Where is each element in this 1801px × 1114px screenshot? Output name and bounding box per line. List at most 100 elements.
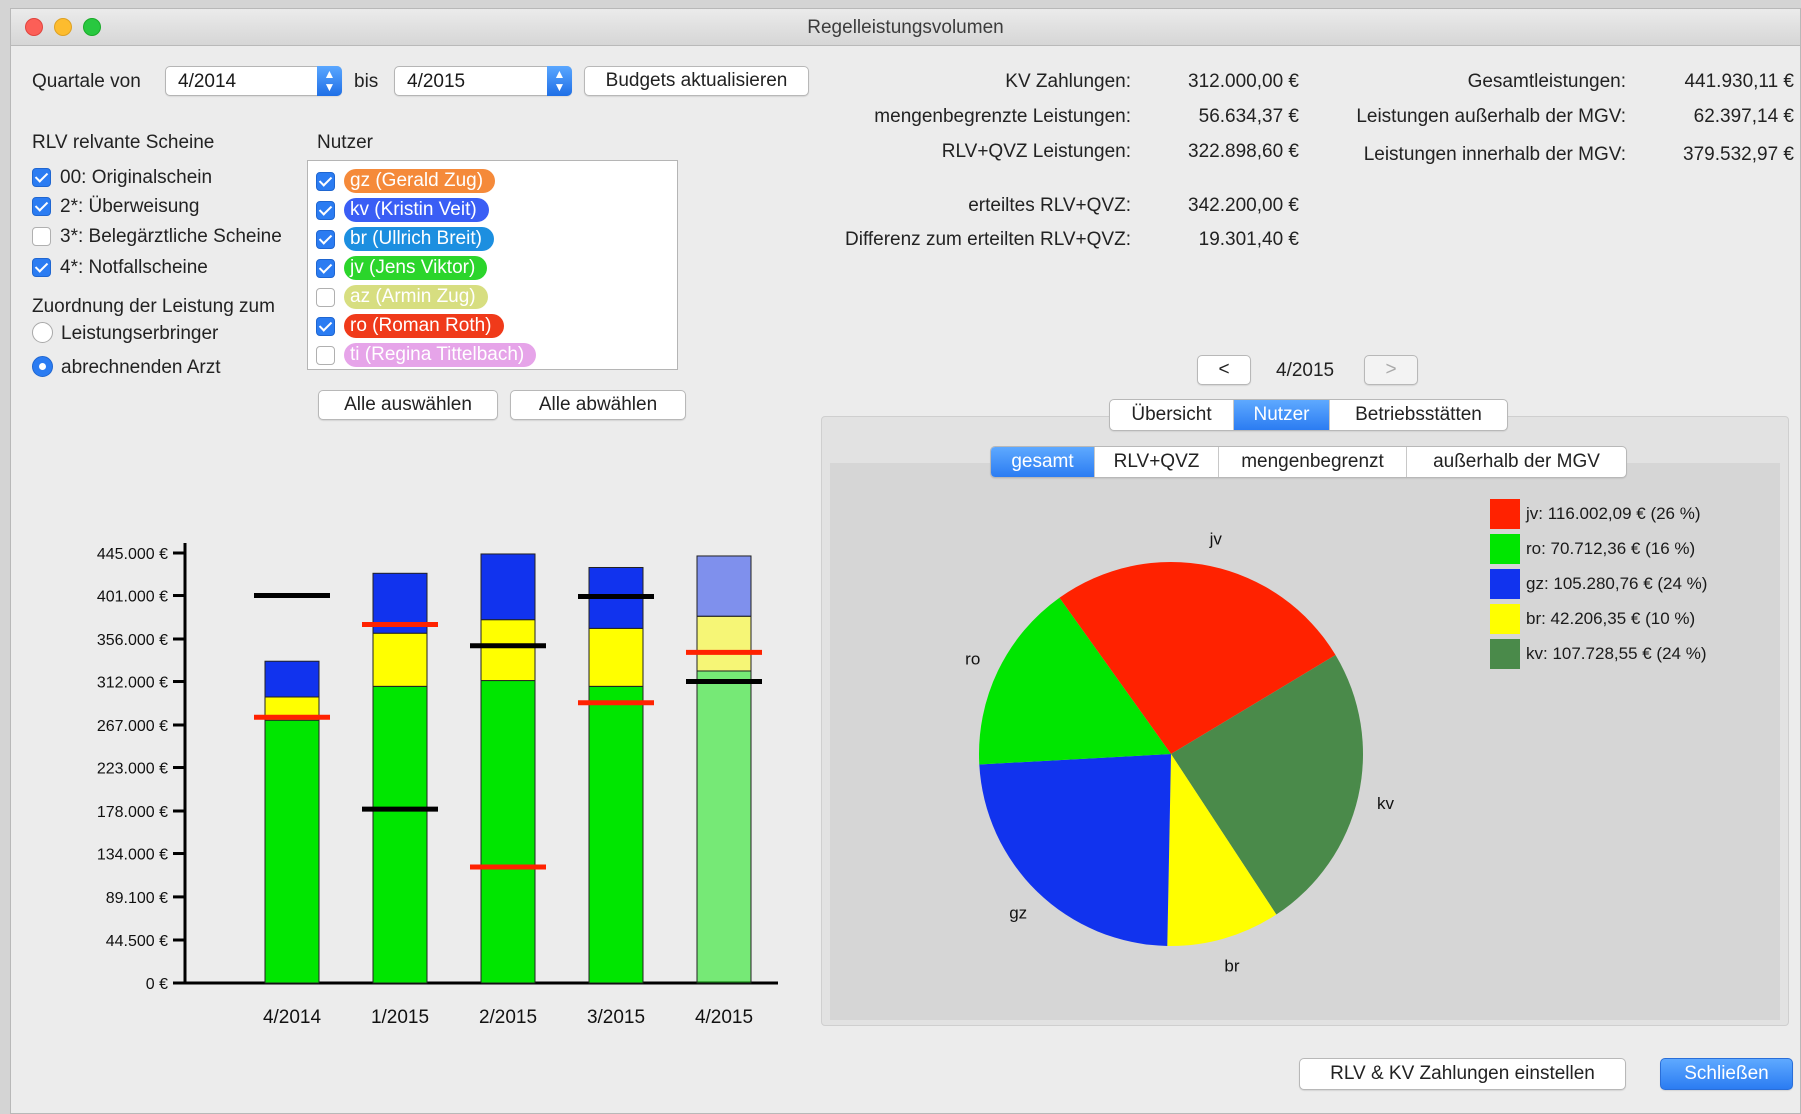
- schein-checkbox-3[interactable]: [32, 227, 51, 246]
- prev-quarter-button[interactable]: <: [1197, 355, 1251, 385]
- legend-label: br: 42.206,35 € (10 %): [1526, 609, 1696, 628]
- nutzer-title: Nutzer: [317, 132, 373, 153]
- user-pill: br (Ullrich Breit): [344, 227, 494, 251]
- to-label: bis: [354, 71, 379, 92]
- deselect-all-button[interactable]: Alle abwählen: [510, 390, 686, 420]
- y-tick-label: 178.000 €: [97, 804, 168, 821]
- y-tick-label: 134.000 €: [97, 847, 168, 864]
- schein-label: 3*: Belegärztliche Scheine: [60, 226, 282, 247]
- summary-label: erteiltes RLV+QVZ:: [968, 195, 1131, 216]
- user-pill: ti (Regina Tittelbach): [344, 343, 537, 367]
- next-quarter-button[interactable]: >: [1364, 355, 1418, 385]
- list-item[interactable]: jv (Jens Viktor): [308, 254, 677, 282]
- schein-label: 4*: Notfallscheine: [60, 257, 208, 278]
- y-tick-label: 223.000 €: [97, 761, 168, 778]
- subtab-rlv-qvz[interactable]: RLV+QVZ: [1095, 447, 1219, 477]
- y-tick-label: 312.000 €: [97, 675, 168, 692]
- list-item[interactable]: kv (Kristin Veit): [308, 196, 677, 224]
- tab-uebersicht[interactable]: Übersicht: [1110, 400, 1234, 430]
- pie-label: kv: [1377, 794, 1395, 813]
- x-tick-label: 2/2015: [479, 1007, 537, 1028]
- radio-abrechnender-arzt[interactable]: [32, 356, 53, 377]
- radio-label: Leistungserbringer: [61, 323, 219, 344]
- tab-nutzer[interactable]: Nutzer: [1234, 400, 1330, 430]
- summary-label: KV Zahlungen:: [1005, 71, 1131, 92]
- y-tick-label: 401.000 €: [97, 589, 168, 606]
- quarters-to-value: 4/2015: [407, 71, 466, 92]
- list-item[interactable]: ro (Roman Roth): [308, 312, 677, 340]
- user-checkbox[interactable]: [316, 346, 335, 365]
- user-pie-chart: jv kv br gz ro: [965, 530, 1395, 976]
- pie-slice-gz: [979, 754, 1171, 946]
- user-pill: kv (Kristin Veit): [344, 198, 489, 222]
- bar-segment: [480, 553, 536, 621]
- x-tick-label: 1/2015: [371, 1007, 429, 1028]
- legend-label: jv: 116.002,09 € (26 %): [1526, 504, 1701, 523]
- pie-label: gz: [1009, 903, 1027, 922]
- bar-segment: [696, 555, 752, 617]
- budget-bar-chart: 0 € 44.500 € 89.100 € 134.000 € 178.000 € 223…: [97, 543, 778, 1028]
- summary-value: 312.000,00 €: [1188, 71, 1299, 92]
- update-budgets-button[interactable]: Budgets aktualisieren: [584, 66, 809, 96]
- legend-swatch: [1490, 569, 1520, 599]
- subtab-mengenbegrenzt[interactable]: mengenbegrenzt: [1219, 447, 1407, 477]
- stepper-updown-icon: ▲ ▼: [317, 66, 342, 96]
- user-checkbox[interactable]: [316, 259, 335, 278]
- subtab-gesamt[interactable]: gesamt: [991, 447, 1095, 477]
- stepper-updown-icon: ▲ ▼: [547, 66, 572, 96]
- user-pill: az (Armin Zug): [344, 285, 488, 309]
- user-pill: ro (Roman Roth): [344, 314, 504, 338]
- summary-label: Gesamtleistungen:: [1467, 71, 1626, 92]
- summary-label: RLV+QVZ Leistungen:: [941, 141, 1131, 162]
- quarters-from-value: 4/2014: [178, 71, 237, 92]
- quarters-to-select[interactable]: 4/2015 ▲ ▼: [394, 66, 572, 96]
- bar-segment: [696, 615, 752, 672]
- schein-label: 00: Originalschein: [60, 167, 213, 188]
- main-tabs: Übersicht Nutzer Betriebsstätten: [1109, 399, 1508, 431]
- legend-label: kv: 107.728,55 € (24 %): [1526, 644, 1707, 663]
- radio-label: abrechnenden Arzt: [61, 357, 221, 378]
- list-item[interactable]: br (Ullrich Breit): [308, 225, 677, 253]
- window-title: Regelleistungsvolumen: [807, 17, 1004, 38]
- zuordnung-title: Zuordnung der Leistung zum: [32, 296, 275, 317]
- quarters-from-select[interactable]: 4/2014 ▲ ▼: [165, 66, 342, 96]
- list-item[interactable]: gz (Gerald Zug): [308, 167, 677, 195]
- list-item[interactable]: az (Armin Zug): [308, 283, 677, 311]
- list-item[interactable]: ti (Regina Tittelbach): [308, 341, 677, 369]
- close-button[interactable]: Schließen: [1660, 1058, 1793, 1090]
- y-tick-label: 267.000 €: [97, 718, 168, 735]
- bar-segment: [264, 660, 320, 698]
- user-checkbox[interactable]: [316, 230, 335, 249]
- pie-label: br: [1224, 956, 1239, 975]
- user-pill: jv (Jens Viktor): [344, 256, 488, 280]
- schein-checkbox-2[interactable]: [32, 197, 51, 216]
- summary-value: 19.301,40 €: [1198, 229, 1299, 250]
- bar-segment: [588, 627, 644, 687]
- y-tick-label: 44.500 €: [106, 933, 168, 950]
- x-tick-label: 4/2014: [263, 1007, 322, 1028]
- select-all-button[interactable]: Alle auswählen: [318, 390, 498, 420]
- user-checkbox[interactable]: [316, 317, 335, 336]
- radio-leistungserbringer[interactable]: [32, 322, 53, 343]
- bar-segment: [588, 685, 644, 984]
- user-checkbox[interactable]: [316, 172, 335, 191]
- user-checkbox[interactable]: [316, 201, 335, 220]
- y-tick-label: 356.000 €: [97, 632, 168, 649]
- bar-segment: [372, 685, 428, 984]
- summary-value: 62.397,14 €: [1693, 106, 1794, 127]
- schein-checkbox-4[interactable]: [32, 258, 51, 277]
- user-checkbox[interactable]: [316, 288, 335, 307]
- tab-betriebsstaetten[interactable]: Betriebsstätten: [1330, 400, 1507, 430]
- schein-label: 2*: Überweisung: [60, 196, 200, 217]
- pie-label: jv: [1209, 530, 1223, 549]
- summary-label: Leistungen innerhalb der MGV:: [1363, 144, 1626, 165]
- nutzer-list[interactable]: gz (Gerald Zug) kv (Kristin Veit) br (Ul…: [307, 160, 678, 370]
- pie-label: ro: [965, 650, 980, 669]
- rlv-kv-payments-button[interactable]: RLV & KV Zahlungen einstellen: [1299, 1058, 1626, 1090]
- schein-checkbox-00[interactable]: [32, 168, 51, 187]
- summary-value: 379.532,97 €: [1683, 144, 1794, 165]
- user-pill: gz (Gerald Zug): [344, 169, 496, 193]
- summary-value: 322.898,60 €: [1188, 141, 1299, 162]
- y-tick-label: 445.000 €: [97, 546, 168, 563]
- subtab-ausserhalb-mgv[interactable]: außerhalb der MGV: [1407, 447, 1626, 477]
